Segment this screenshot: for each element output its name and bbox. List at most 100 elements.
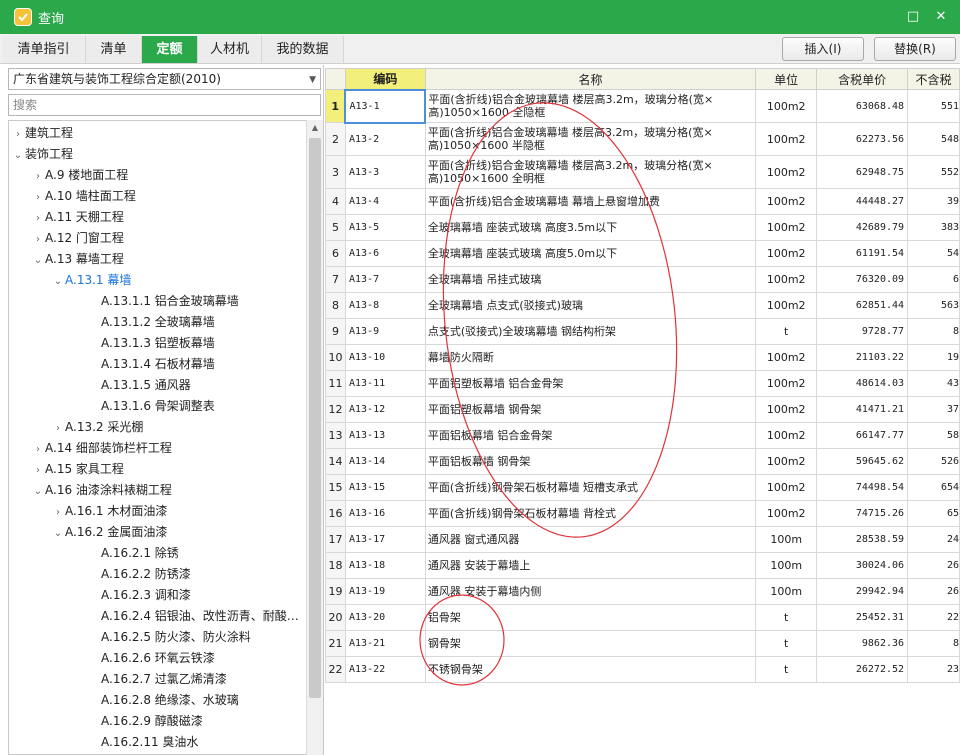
cell-unit[interactable]: 100m2	[755, 240, 818, 267]
table-row[interactable]: 6 A13-6 全玻璃幕墙 座装式玻璃 高度5.0m以下 100m2 61191.54 5…	[325, 240, 960, 267]
tree-item[interactable]: ⌄ A.16.2 金属面油漆	[51, 522, 168, 543]
row-number[interactable]: 9	[325, 318, 346, 345]
cell-notax[interactable]: 8	[907, 630, 960, 657]
cell-name[interactable]: 平面铝塑板幕墙 铝合金骨架	[424, 370, 757, 397]
close-icon[interactable]: ✕	[932, 8, 950, 26]
cell-price[interactable]: 41471.21	[816, 396, 909, 423]
tree-item[interactable]: ⌄ A.16 油漆涂料裱糊工程	[31, 480, 172, 501]
tree-item[interactable]: A.16.2.9 醇酸磁漆	[87, 711, 203, 732]
tree-item[interactable]: › A.10 墙柱面工程	[31, 186, 136, 207]
chevron-down-icon[interactable]: ⌄	[31, 481, 45, 502]
cell-code[interactable]: A13-21	[344, 630, 426, 657]
chevron-right-icon[interactable]: ›	[31, 439, 45, 460]
cell-name[interactable]: 全玻璃幕墙 座装式玻璃 高度5.0m以下	[424, 240, 757, 267]
cell-unit[interactable]: 100m	[755, 526, 818, 553]
row-number[interactable]: 10	[325, 344, 346, 371]
cell-name[interactable]: 全玻璃幕墙 吊挂式玻璃	[424, 266, 757, 293]
cell-price[interactable]: 74715.26	[816, 500, 909, 527]
tree-item[interactable]: A.16.2.8 绝缘漆、水玻璃	[87, 690, 239, 711]
scroll-up-icon[interactable]: ▲	[307, 120, 323, 136]
cell-name[interactable]: 铝骨架	[424, 604, 757, 631]
tree-item[interactable]: › A.14 细部装饰栏杆工程	[31, 438, 172, 459]
tab-guide[interactable]: 清单指引	[2, 36, 86, 63]
table-row[interactable]: 13 A13-13 平面铝板幕墙 铝合金骨架 100m2 66147.77 58	[325, 422, 960, 449]
cell-unit[interactable]: 100m2	[755, 89, 818, 123]
cell-unit[interactable]: 100m2	[755, 500, 818, 527]
cell-name[interactable]: 点支式(驳接式)全玻璃幕墙 钢结构桁架	[424, 318, 757, 345]
chevron-right-icon[interactable]: ›	[51, 502, 65, 523]
row-number[interactable]: 7	[325, 266, 346, 293]
cell-code[interactable]: A13-22	[344, 656, 426, 683]
cell-price[interactable]: 21103.22	[816, 344, 909, 371]
tree-item[interactable]: A.16.2.2 防锈漆	[87, 564, 191, 585]
chevron-down-icon[interactable]: ⌄	[31, 250, 45, 271]
table-row[interactable]: 8 A13-8 全玻璃幕墙 点支式(驳接式)玻璃 100m2 62851.44 563	[325, 292, 960, 319]
cell-code[interactable]: A13-13	[344, 422, 426, 449]
cell-code[interactable]: A13-11	[344, 370, 426, 397]
tree-item[interactable]: A.16.2.5 防火漆、防火涂料	[87, 627, 251, 648]
col-header-price[interactable]: 含税单价	[816, 68, 909, 90]
cell-unit[interactable]: 100m2	[755, 292, 818, 319]
library-select[interactable]: 广东省建筑与装饰工程综合定额(2010) ▼	[8, 68, 321, 90]
cell-name[interactable]: 全玻璃幕墙 座装式玻璃 高度3.5m以下	[424, 214, 757, 241]
table-row[interactable]: 21 A13-21 钢骨架 t 9862.36 8	[325, 630, 960, 657]
row-number[interactable]: 8	[325, 292, 346, 319]
cell-code[interactable]: A13-9	[344, 318, 426, 345]
cell-name[interactable]: 通风器 安装于幕墙上	[424, 552, 757, 579]
chevron-right-icon[interactable]: ›	[31, 229, 45, 250]
table-row[interactable]: 15 A13-15 平面(含折线)钢骨架石板材幕墙 短槽支承式 100m2 74498.…	[325, 474, 960, 501]
cell-unit[interactable]: 100m2	[755, 370, 818, 397]
cell-code[interactable]: A13-15	[344, 474, 426, 501]
cell-notax[interactable]: 563	[907, 292, 960, 319]
tree-item[interactable]: A.13.1.6 骨架调整表	[87, 396, 215, 417]
cell-name[interactable]: 不锈钢骨架	[424, 656, 757, 683]
cell-code[interactable]: A13-5	[344, 214, 426, 241]
cell-unit[interactable]: 100m2	[755, 155, 818, 189]
cell-price[interactable]: 76320.09	[816, 266, 909, 293]
cell-unit[interactable]: 100m2	[755, 266, 818, 293]
row-number[interactable]: 12	[325, 396, 346, 423]
scrollbar-thumb[interactable]	[309, 138, 321, 698]
chevron-right-icon[interactable]: ›	[31, 460, 45, 481]
cell-code[interactable]: A13-3	[344, 155, 426, 189]
row-number[interactable]: 21	[325, 630, 346, 657]
cell-price[interactable]: 9862.36	[816, 630, 909, 657]
table-row[interactable]: 22 A13-22 不锈钢骨架 t 26272.52 23	[325, 656, 960, 683]
cell-unit[interactable]: 100m2	[755, 122, 818, 156]
cell-name[interactable]: 平面铝板幕墙 铝合金骨架	[424, 422, 757, 449]
cell-price[interactable]: 63068.48	[816, 89, 909, 123]
cell-price[interactable]: 29942.94	[816, 578, 909, 605]
col-header-unit[interactable]: 单位	[755, 68, 818, 90]
cell-notax[interactable]: 65	[907, 500, 960, 527]
cell-name[interactable]: 通风器 窗式通风器	[424, 526, 757, 553]
cell-notax[interactable]: 548	[907, 122, 960, 156]
row-number[interactable]: 3	[325, 155, 346, 189]
table-row[interactable]: 16 A13-16 平面(含折线)钢骨架石板材幕墙 背栓式 100m2 74715.26…	[325, 500, 960, 527]
cell-name[interactable]: 平面铝塑板幕墙 钢骨架	[424, 396, 757, 423]
cell-unit[interactable]: 100m2	[755, 448, 818, 475]
tree-item[interactable]: A.13.1.5 通风器	[87, 375, 191, 396]
cell-unit[interactable]: 100m	[755, 578, 818, 605]
cell-code[interactable]: A13-1	[344, 88, 427, 124]
tree-item[interactable]: › 建筑工程	[11, 123, 73, 144]
cell-unit[interactable]: 100m2	[755, 474, 818, 501]
cell-price[interactable]: 48614.03	[816, 370, 909, 397]
chevron-right-icon[interactable]: ›	[51, 418, 65, 439]
cell-unit[interactable]: t	[755, 630, 818, 657]
table-row[interactable]: 12 A13-12 平面铝塑板幕墙 钢骨架 100m2 41471.21 37	[325, 396, 960, 423]
row-number[interactable]: 17	[325, 526, 346, 553]
row-number[interactable]: 1	[325, 89, 346, 123]
table-row[interactable]: 19 A13-19 通风器 安装于幕墙内侧 100m 29942.94 26	[325, 578, 960, 605]
cell-notax[interactable]: 43	[907, 370, 960, 397]
row-number[interactable]: 5	[325, 214, 346, 241]
cell-code[interactable]: A13-10	[344, 344, 426, 371]
cell-name[interactable]: 全玻璃幕墙 点支式(驳接式)玻璃	[424, 292, 757, 319]
tree-item[interactable]: › A.16.1 木材面油漆	[51, 501, 167, 522]
tree-item[interactable]: A.16.2.1 除锈	[87, 543, 179, 564]
cell-name[interactable]: 平面铝板幕墙 钢骨架	[424, 448, 757, 475]
cell-notax[interactable]: 8	[907, 318, 960, 345]
cell-price[interactable]: 66147.77	[816, 422, 909, 449]
tree-item[interactable]: ⌄ A.13.1 幕墙	[51, 270, 132, 291]
cell-code[interactable]: A13-8	[344, 292, 426, 319]
cell-notax[interactable]: 551	[907, 89, 960, 123]
